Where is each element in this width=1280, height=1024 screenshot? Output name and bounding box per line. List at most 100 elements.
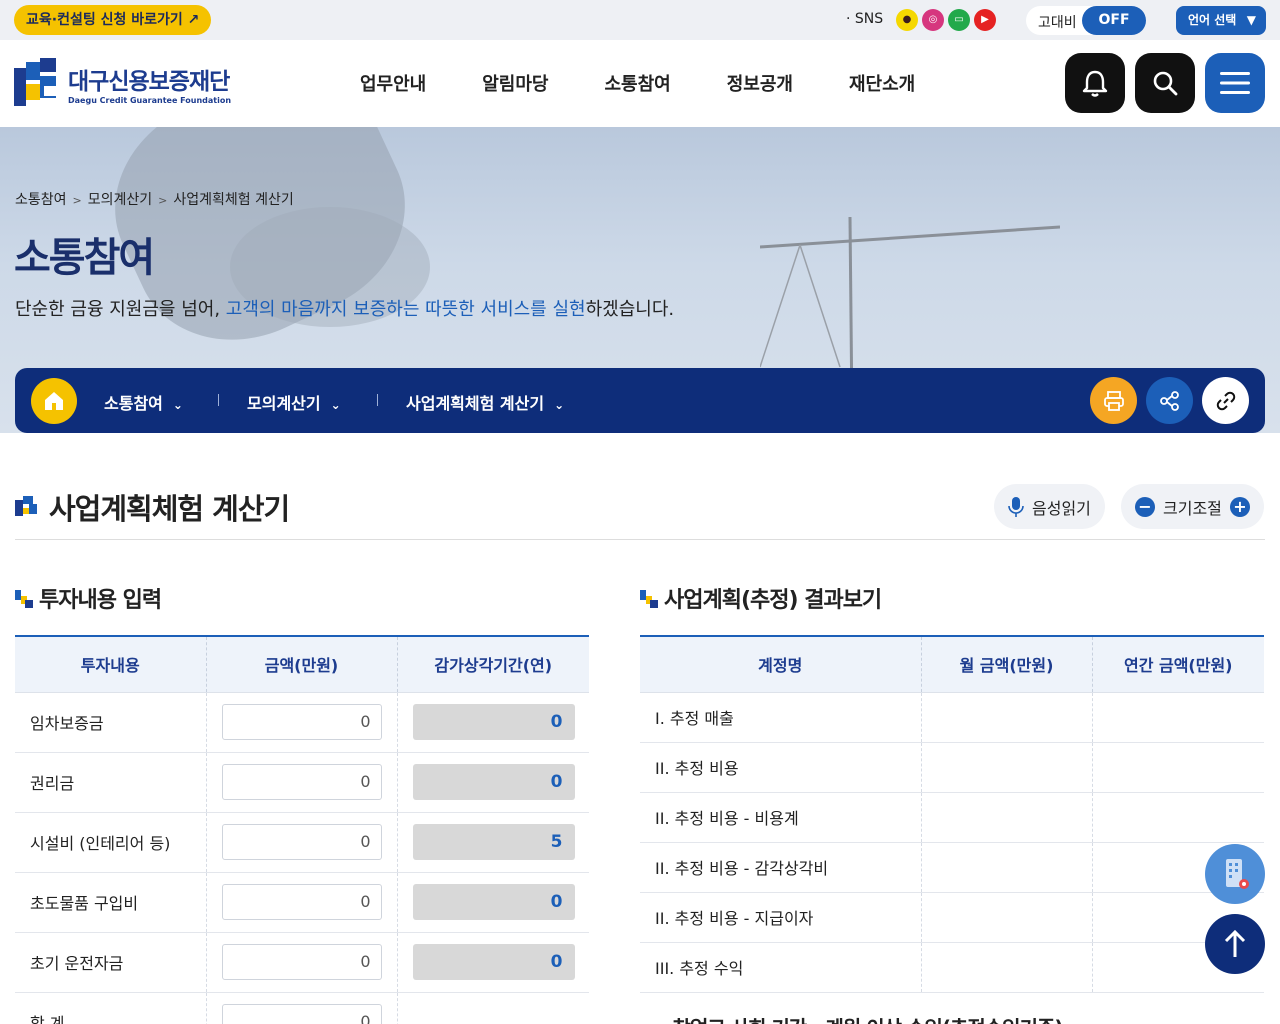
high-contrast-label: 고대비: [1038, 15, 1077, 31]
business-plan-result-table: 계정명 월 금액(만원) 연간 금액(만원) I. 추정 매출 II. 추정 비…: [640, 635, 1264, 993]
row-label: 초도물품 구입비: [15, 872, 207, 933]
empty-cell: [397, 992, 589, 1024]
subnav-divider: [218, 394, 219, 406]
education-consulting-link[interactable]: 교육·컨설팅 신청 바로가기 ↗: [14, 5, 212, 35]
language-select[interactable]: 언어 선택 ▼: [1176, 6, 1266, 35]
amount-input[interactable]: 0: [221, 884, 382, 920]
font-size-decrease-button[interactable]: −: [1135, 496, 1155, 517]
table-row: II. 추정 비용: [640, 742, 1264, 793]
nav-item-communication[interactable]: 소통참여: [605, 70, 671, 96]
high-contrast-toggle[interactable]: 고대비 OFF: [1026, 6, 1146, 35]
high-contrast-state[interactable]: OFF: [1082, 6, 1146, 35]
share-button[interactable]: [1146, 377, 1193, 424]
page-heading: 사업계획체험 계산기 음성읽기 − 크기조절 +: [15, 480, 1265, 540]
section-mark-icon: [15, 590, 33, 608]
building-icon: [1226, 859, 1249, 889]
row-label: 임차보증금: [15, 692, 207, 753]
search-button[interactable]: [1135, 53, 1195, 113]
breadcrumb-item[interactable]: 모의계산기: [88, 192, 152, 208]
breadcrumb-item-current: 사업계획체험 계산기: [173, 192, 294, 208]
font-size-label: 크기조절: [1163, 498, 1222, 518]
column-header: 계정명: [640, 636, 922, 693]
sns-icons: ● ◎ ▭ ▶: [896, 9, 996, 31]
search-icon: [1153, 71, 1178, 96]
chevron-down-icon: ⌄: [330, 398, 341, 412]
hero-desc-highlight: 고객의 마음까지 보증하는 따뜻한 서비스를 실현: [225, 299, 586, 320]
breadcrumb-separator: >: [72, 194, 82, 207]
depreciation-period-field: 0: [412, 944, 575, 980]
sns-label: · SNS: [846, 11, 884, 27]
account-name: II. 추정 비용 - 지급이자: [640, 892, 922, 943]
breadcrumb: 소통참여 > 모의계산기 > 사업계획체험 계산기: [15, 189, 294, 209]
table-row: II. 추정 비용 - 비용계: [640, 792, 1264, 843]
scroll-to-top-button[interactable]: [1205, 914, 1265, 974]
breadcrumb-item[interactable]: 소통참여: [15, 192, 67, 208]
result-section-title: 사업계획(추정) 결과보기: [640, 582, 882, 614]
voice-read-button[interactable]: 음성읽기: [994, 484, 1105, 529]
nav-item-services[interactable]: 업무안내: [360, 70, 426, 96]
column-header: 감가상각기간(연): [397, 636, 589, 693]
input-section-title: 투자내용 입력: [15, 582, 162, 614]
depreciation-period-field: 0: [412, 884, 575, 920]
monthly-amount: [921, 842, 1093, 893]
arrow-up-icon: [1224, 929, 1246, 957]
instagram-icon[interactable]: ◎: [922, 9, 944, 31]
table-row: II. 추정 비용 - 감각상각비: [640, 842, 1264, 893]
depreciation-period-field: 0: [412, 704, 575, 740]
site-header: 대구신용보증재단 Daegu Credit Guarantee Foundati…: [0, 40, 1280, 127]
depreciation-period-field: 0: [412, 764, 575, 800]
site-logo[interactable]: 대구신용보증재단 Daegu Credit Guarantee Foundati…: [14, 58, 231, 108]
hero-description: 단순한 금융 지원금을 넘어, 고객의 마음까지 보증하는 따뜻한 서비스를 실…: [15, 295, 674, 321]
floating-app-button[interactable]: [1205, 844, 1265, 904]
subnav-depth1-label: 소통참여: [104, 394, 163, 413]
subnav-depth2-dropdown[interactable]: 모의계산기 ⌄: [247, 390, 341, 414]
notification-button[interactable]: [1065, 53, 1125, 113]
result-section-title-text: 사업계획(추정) 결과보기: [664, 588, 882, 613]
next-section-title: · 창업고 사회 기간 - 계원 이상 수익(추정수익기준): [660, 1012, 1064, 1024]
subnav-depth1-dropdown[interactable]: 소통참여 ⌄: [104, 390, 183, 414]
nav-item-about[interactable]: 재단소개: [849, 70, 915, 96]
total-amount-field: 0: [221, 1004, 382, 1024]
logo-korean-name: 대구신용보증재단: [68, 68, 230, 95]
table-row: II. 추정 비용 - 지급이자: [640, 892, 1264, 943]
nav-item-disclosure[interactable]: 정보공개: [727, 70, 793, 96]
print-button[interactable]: [1090, 377, 1137, 424]
youtube-icon[interactable]: ▶: [974, 9, 996, 31]
subnav-depth3-label: 사업계획체험 계산기: [406, 394, 545, 413]
account-name: II. 추정 비용 - 비용계: [640, 792, 922, 843]
table-row: I. 추정 매출: [640, 692, 1264, 743]
amount-input[interactable]: 0: [221, 824, 382, 860]
chevron-down-icon: ▼: [1246, 13, 1256, 27]
column-header: 금액(만원): [206, 636, 398, 693]
logo-mark-icon: [14, 58, 60, 108]
hero-desc-text: 단순한 금융 지원금을 넘어,: [15, 299, 226, 320]
section-mark-icon: [640, 590, 658, 608]
share-icon: [1159, 390, 1179, 411]
subnav-depth3-dropdown[interactable]: 사업계획체험 계산기 ⌄: [406, 390, 564, 414]
utility-bar: 교육·컨설팅 신청 바로가기 ↗ · SNS ● ◎ ▭ ▶ 고대비 OFF 언…: [0, 0, 1280, 40]
account-name: I. 추정 매출: [640, 692, 922, 743]
home-button[interactable]: [31, 378, 77, 424]
chevron-down-icon: ⌄: [172, 398, 183, 412]
depreciation-period-field: 5: [412, 824, 575, 860]
monthly-amount: [921, 692, 1093, 743]
table-row-total: 합 계 0: [15, 992, 589, 1024]
amount-input[interactable]: 0: [221, 764, 382, 800]
amount-input[interactable]: 0: [221, 944, 382, 980]
kakaotalk-icon[interactable]: ●: [896, 9, 918, 31]
blog-icon[interactable]: ▭: [948, 9, 970, 31]
row-label: 권리금: [15, 752, 207, 813]
print-icon: [1103, 390, 1124, 411]
table-row: 초도물품 구입비 0 0: [15, 872, 589, 933]
menu-button[interactable]: [1205, 53, 1265, 113]
monthly-amount: [921, 792, 1093, 843]
amount-input[interactable]: 0: [221, 704, 382, 740]
font-size-increase-button[interactable]: +: [1229, 496, 1250, 517]
table-row: 권리금 0 0: [15, 752, 589, 813]
hero-desc-text: 하겠습니다.: [585, 299, 675, 320]
subnav-depth2-label: 모의계산기: [247, 394, 321, 413]
copy-link-button[interactable]: [1202, 377, 1249, 424]
language-select-label: 언어 선택: [1188, 13, 1237, 27]
title-mark-icon: [15, 496, 37, 516]
nav-item-notices[interactable]: 알림마당: [482, 70, 548, 96]
